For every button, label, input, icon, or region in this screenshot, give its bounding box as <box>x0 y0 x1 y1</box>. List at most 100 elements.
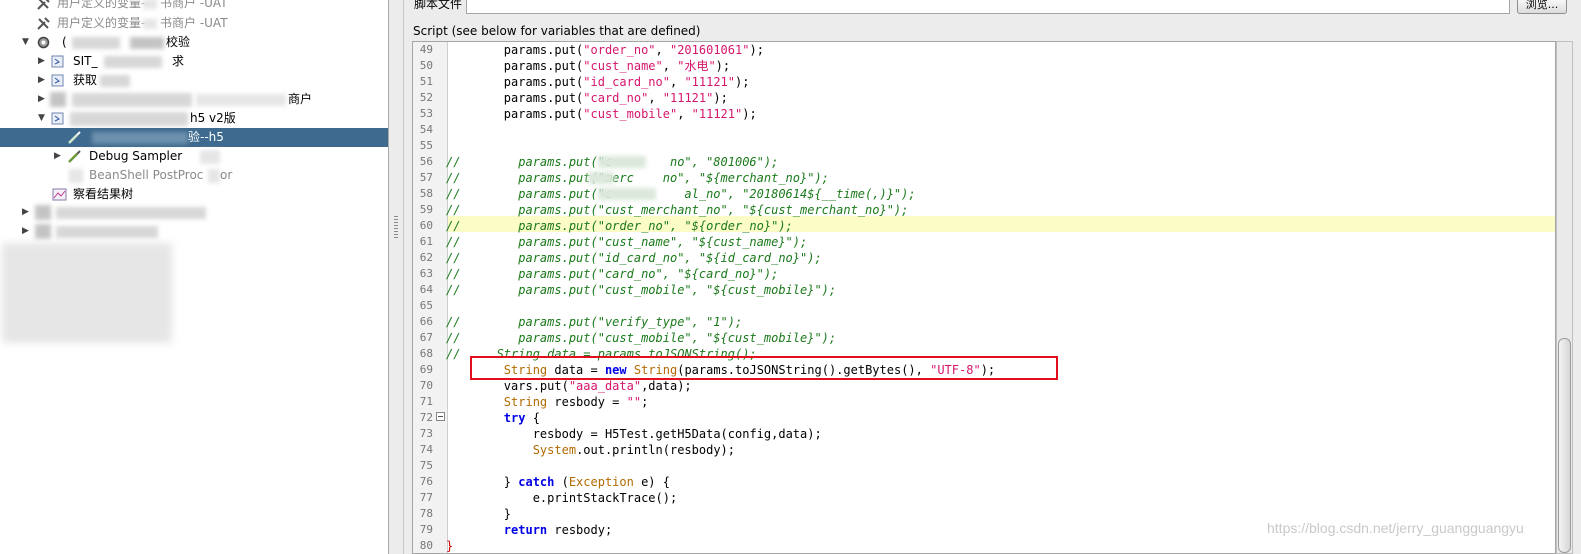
code-line-66: // params.put("verify_type", "1"); <box>446 315 743 329</box>
line-number: 71 <box>419 395 433 408</box>
beanshell-editor-panel: 脚本文件 浏览... Script (see below for variabl… <box>404 0 1581 554</box>
chart-icon <box>52 188 67 201</box>
panel-splitter[interactable] <box>388 0 404 554</box>
collapse-arrow-icon[interactable]: ▼ <box>21 33 30 52</box>
expand-arrow-icon[interactable]: ▶ <box>21 203 30 222</box>
code-line-49: params.put("order_no", "201601061"); <box>503 43 764 57</box>
fold-toggle-icon[interactable] <box>436 412 445 421</box>
tree-item-label: 察看结果树 <box>73 187 134 201</box>
line-number: 67 <box>419 331 433 344</box>
line-number: 80 <box>419 539 433 552</box>
expand-arrow-icon[interactable]: ▶ <box>53 147 62 166</box>
tree-item-beanshell-sampler-selected[interactable]: 验--h5 <box>0 128 388 147</box>
code-line-50: params.put("cust_name", "水电"); <box>503 59 731 73</box>
test-plan-tree[interactable]: 用户定义的变量- 书商户 -UAT 用户定义的变量- 书商户 -UAT ▼ ( … <box>0 0 388 554</box>
tree-item-debug-sampler[interactable]: ▶ Debug Sampler <box>0 147 388 166</box>
tree-item-sit-request[interactable]: ▶ SIT_ 求 <box>0 52 388 71</box>
vertical-scrollbar[interactable] <box>1556 41 1573 554</box>
line-number: 63 <box>419 267 433 280</box>
line-number: 53 <box>419 107 433 120</box>
browse-button[interactable]: 浏览... <box>1517 0 1567 14</box>
tree-item-label-suffix: 书商户 -UAT <box>160 0 228 10</box>
controller-icon <box>51 112 64 125</box>
code-line-77: e.printStackTrace(); <box>532 491 678 505</box>
code-line-52: params.put("card_no", "11121"); <box>503 91 728 105</box>
tree-item-label: SIT_ <box>73 54 98 68</box>
tree-item-label: 获取 <box>73 73 98 87</box>
tree-item-label-suffix: h5 v2版 <box>190 111 236 125</box>
code-line-60: // params.put("order_no", "${order_no}")… <box>446 219 793 233</box>
annotation-red-box <box>470 356 1058 380</box>
line-number: 61 <box>419 235 433 248</box>
code-line-73: resbody = H5Test.getH5Data(config,data); <box>532 427 822 441</box>
code-line-51: params.put("id_card_no", "11121"); <box>503 75 750 89</box>
controller-icon <box>51 74 64 87</box>
expand-arrow-icon[interactable]: ▶ <box>37 52 46 71</box>
line-number: 72 <box>419 411 433 424</box>
tree-item-label: ( <box>62 35 67 49</box>
line-number: 70 <box>419 379 433 392</box>
code-line-76: } catch (Exception e) { <box>503 475 670 489</box>
tree-item-label-suffix: 书商户 -UAT <box>160 16 228 30</box>
code-line-59: // params.put("cust_merchant_no", "${cus… <box>446 203 909 217</box>
line-number: 51 <box>419 75 433 88</box>
line-number: 75 <box>419 459 433 472</box>
line-number: 66 <box>419 315 433 328</box>
code-line-61: // params.put("cust_name", "${cust_name}… <box>446 235 808 249</box>
tree-item-merchant[interactable]: ▶ 商户 <box>0 90 388 109</box>
line-number: 54 <box>419 123 433 136</box>
script-file-label: 脚本文件 <box>414 0 463 11</box>
line-number: 52 <box>419 91 433 104</box>
line-number: 57 <box>419 171 433 184</box>
line-number: 76 <box>419 475 433 488</box>
expand-arrow-icon[interactable]: ▶ <box>37 71 46 90</box>
tree-item-label: BeanShell PostProc <box>89 168 204 182</box>
expand-arrow-icon[interactable]: ▶ <box>21 222 30 241</box>
tree-item-label-suffix: 校验 <box>166 35 191 49</box>
tree-item-beanshell-postprocessor[interactable]: BeanShell PostProc or <box>0 166 388 185</box>
tree-item-thread-group[interactable]: ▼ ( 校验 <box>0 33 388 52</box>
scrollbar-thumb[interactable] <box>1558 338 1571 553</box>
collapse-arrow-icon[interactable]: ▼ <box>37 109 46 128</box>
blurred-region <box>2 243 172 343</box>
tree-item-blurred-group-1[interactable]: ▶ <box>0 203 388 222</box>
line-number: 77 <box>419 491 433 504</box>
code-line-57: // params.put("merc no", "${merchant_no}… <box>446 171 829 185</box>
tree-item-label-suffix: 商户 <box>288 92 313 106</box>
code-line-79: return resbody; <box>503 523 613 537</box>
line-number: 68 <box>419 347 433 360</box>
splitter-grip[interactable] <box>394 216 398 238</box>
wrench-icon <box>37 17 50 30</box>
script-editor[interactable]: 49 50 51 52 53 54 55 56 57 58 59 60 61 62 63 64 65 66 67 68… <box>412 41 1556 554</box>
line-number: 65 <box>419 299 433 312</box>
expand-arrow-icon[interactable]: ▶ <box>37 90 46 109</box>
line-number: 74 <box>419 443 433 456</box>
line-number: 60 <box>419 219 433 232</box>
line-number: 73 <box>419 427 433 440</box>
code-line-58: // params.put("c al_no", "20180614${__ti… <box>446 187 916 201</box>
tree-item-blurred-group-2[interactable]: ▶ <box>0 222 388 241</box>
code-line-72: try { <box>503 411 540 425</box>
code-line-78: } <box>503 507 512 521</box>
tree-item-user-variables-1[interactable]: 用户定义的变量- 书商户 -UAT <box>0 0 388 13</box>
script-label: Script (see below for variables that are… <box>413 24 701 38</box>
pipette-icon <box>68 131 81 144</box>
tree-item-h5-v2[interactable]: ▼ h5 v2版 <box>0 109 388 128</box>
tree-item-label: 用户定义的变量- <box>57 0 146 10</box>
tree-item-label-suffix: 求 <box>172 54 185 68</box>
tree-item-fetch[interactable]: ▶ 获取 <box>0 71 388 90</box>
line-number: 56 <box>419 155 433 168</box>
script-file-input[interactable] <box>466 0 1510 14</box>
line-number: 58 <box>419 187 433 200</box>
code-line-80: } <box>446 539 454 553</box>
line-number: 78 <box>419 507 433 520</box>
code-line-74: System.out.println(resbody); <box>532 443 736 457</box>
gear-icon <box>37 36 50 49</box>
tree-item-user-variables-2[interactable]: 用户定义的变量- 书商户 -UAT <box>0 14 388 33</box>
pipette-icon <box>68 150 81 163</box>
tree-item-view-results-tree[interactable]: 察看结果树 <box>0 185 388 204</box>
line-number: 55 <box>419 139 433 152</box>
line-number: 59 <box>419 203 433 216</box>
tree-item-label-suffix: 验--h5 <box>188 130 224 144</box>
line-number: 50 <box>419 59 433 72</box>
